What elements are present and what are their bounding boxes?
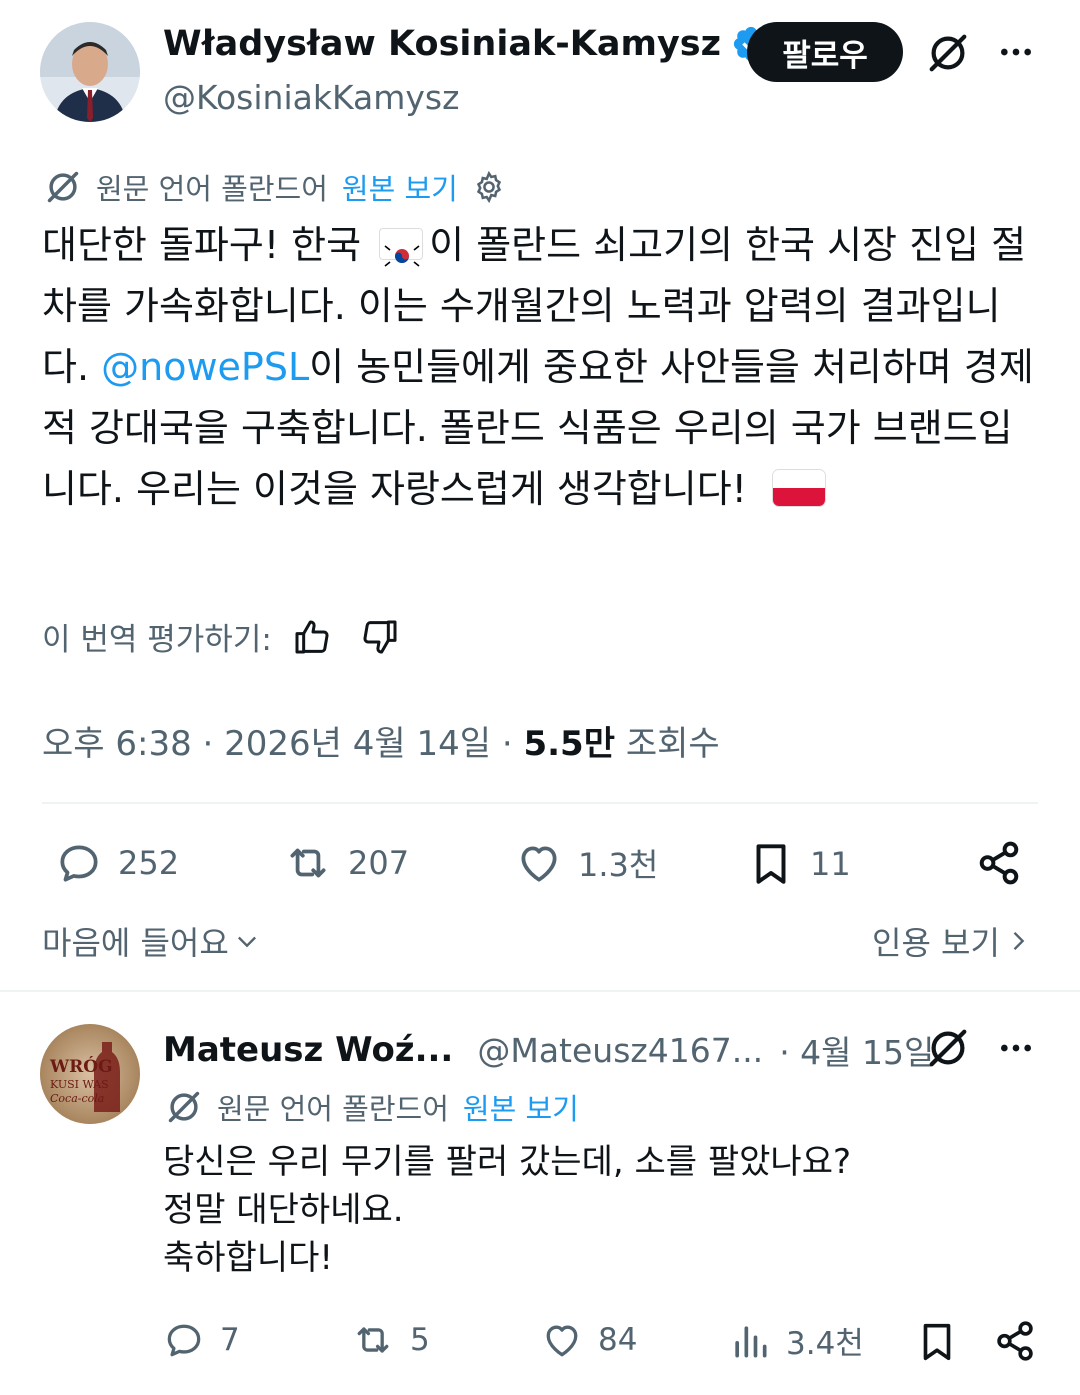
show-original-link[interactable]: 원본 보기 bbox=[463, 1086, 579, 1128]
heart-icon bbox=[546, 1325, 578, 1357]
bookmark-button[interactable]: 11 bbox=[746, 838, 851, 890]
tweet-time[interactable]: 오후 6:38 bbox=[42, 724, 192, 764]
reply-author-name[interactable]: Mateusz Woź... bbox=[163, 1030, 453, 1070]
author-name[interactable]: Władysław Kosiniak-Kamysz bbox=[163, 24, 721, 64]
avatar-text-line-2: KUSI WAS bbox=[50, 1078, 109, 1091]
likes-link-label: 마음에 들어요 bbox=[42, 924, 229, 962]
repost-icon bbox=[290, 848, 326, 878]
more-options-icon[interactable] bbox=[992, 1024, 1040, 1072]
share-icon bbox=[997, 1321, 1033, 1361]
section-divider bbox=[0, 990, 1080, 992]
avatar-text-line-3: Coca-cola bbox=[50, 1092, 104, 1105]
divider bbox=[42, 802, 1038, 804]
bookmark-icon bbox=[756, 844, 786, 884]
reply-repost-button[interactable]: 5 bbox=[350, 1318, 430, 1362]
thumbs-up-icon[interactable] bbox=[292, 617, 332, 657]
tweet-text-part-1: 대단한 돌파구! 한국 bbox=[42, 223, 362, 267]
tweet-date[interactable]: 2026년 4월 14일 bbox=[224, 724, 491, 764]
bookmark-icon bbox=[923, 1323, 951, 1361]
author-avatar[interactable] bbox=[40, 22, 140, 122]
reply-author-avatar[interactable]: WRÓG KUSI WAS Coca-cola bbox=[40, 1024, 140, 1124]
grok-icon[interactable] bbox=[922, 27, 974, 79]
share-icon bbox=[979, 841, 1019, 885]
chevron-down-icon bbox=[237, 936, 256, 948]
reply-like-button[interactable]: 84 bbox=[540, 1318, 637, 1362]
repost-button[interactable]: 207 bbox=[282, 838, 409, 888]
reply-reply-count: 7 bbox=[220, 1322, 240, 1358]
like-count: 1.3천 bbox=[578, 846, 659, 884]
rate-translation-label: 이 번역 평가하기: bbox=[42, 622, 272, 658]
reply-author-handle[interactable]: @Mateusz4167... bbox=[477, 1031, 763, 1070]
reply-line-3: 축하합니다! bbox=[163, 1238, 334, 1278]
reply-line-1: 당신은 우리 무기를 팔러 갔는데, 소를 팔았나요? bbox=[163, 1142, 852, 1182]
thumbs-down-icon[interactable] bbox=[360, 617, 400, 657]
show-original-link[interactable]: 원본 보기 bbox=[342, 166, 458, 208]
tweet-text: 대단한 돌파구! 한국 이 폴란드 쇠고기의 한국 시장 진입 절차를 가속화합… bbox=[42, 215, 1042, 520]
heart-icon bbox=[521, 846, 557, 882]
reply-reply-button[interactable]: 7 bbox=[162, 1318, 240, 1362]
reply-views-button[interactable]: 3.4천 bbox=[728, 1318, 864, 1363]
mention-link[interactable]: @nowePSL bbox=[101, 345, 309, 389]
settings-gear-icon[interactable] bbox=[472, 170, 506, 204]
reply-repost-count: 5 bbox=[410, 1322, 430, 1358]
reply-icon bbox=[60, 845, 98, 882]
likes-link[interactable]: 마음에 들어요 bbox=[42, 918, 261, 964]
translation-source-label: 원문 언어 폴란드어 bbox=[96, 172, 328, 206]
reply-share-button[interactable] bbox=[992, 1318, 1052, 1364]
reply-count: 252 bbox=[118, 844, 180, 882]
chevron-right-icon bbox=[1013, 932, 1025, 950]
reply-translation-info: 원문 언어 폴란드어 원본 보기 bbox=[165, 1086, 579, 1128]
poland-flag-icon bbox=[773, 469, 826, 506]
more-options-icon[interactable] bbox=[992, 28, 1040, 76]
korea-flag-icon bbox=[379, 227, 424, 267]
tweet-meta: 오후 6:38 · 2026년 4월 14일 · 5.5만 조회수 bbox=[42, 716, 720, 765]
avatar-text-line-1: WRÓG bbox=[49, 1056, 113, 1077]
views-chart-icon bbox=[735, 1325, 767, 1357]
author-handle[interactable]: @KosiniakKamysz bbox=[163, 78, 459, 117]
bookmark-count: 11 bbox=[810, 845, 851, 883]
reply-views-count: 3.4천 bbox=[786, 1326, 864, 1362]
reply-text: 당신은 우리 무기를 팔러 갔는데, 소를 팔았나요? 정말 대단하네요. 축하… bbox=[163, 1138, 1033, 1282]
reply-date[interactable]: · 4월 15일 bbox=[779, 1026, 934, 1074]
like-button[interactable]: 1.3천 bbox=[514, 838, 658, 888]
translation-source-label: 원문 언어 폴란드어 bbox=[217, 1092, 449, 1126]
repost-count: 207 bbox=[348, 844, 410, 882]
quotes-link-label: 인용 보기 bbox=[872, 924, 1000, 962]
repost-icon bbox=[357, 1327, 389, 1353]
grok-icon bbox=[44, 168, 82, 206]
follow-button[interactable]: 팔로우 bbox=[747, 22, 903, 82]
reply-line-2: 정말 대단하네요. bbox=[163, 1190, 404, 1230]
reply-like-count: 84 bbox=[598, 1322, 638, 1358]
views-label: 조회수 bbox=[625, 724, 720, 764]
meta-separator: · bbox=[501, 724, 524, 764]
views-count: 5.5만 bbox=[523, 724, 615, 764]
reply-button[interactable]: 252 bbox=[54, 838, 179, 888]
grok-icon[interactable] bbox=[922, 1022, 974, 1074]
meta-separator: · bbox=[202, 724, 225, 764]
share-button[interactable] bbox=[974, 838, 1038, 888]
grok-icon bbox=[165, 1088, 203, 1126]
translation-info: 원문 언어 폴란드어 원본 보기 bbox=[44, 166, 506, 208]
reply-icon bbox=[167, 1324, 201, 1357]
quotes-link[interactable]: 인용 보기 bbox=[872, 918, 1032, 964]
reply-bookmark-button[interactable] bbox=[914, 1318, 974, 1366]
